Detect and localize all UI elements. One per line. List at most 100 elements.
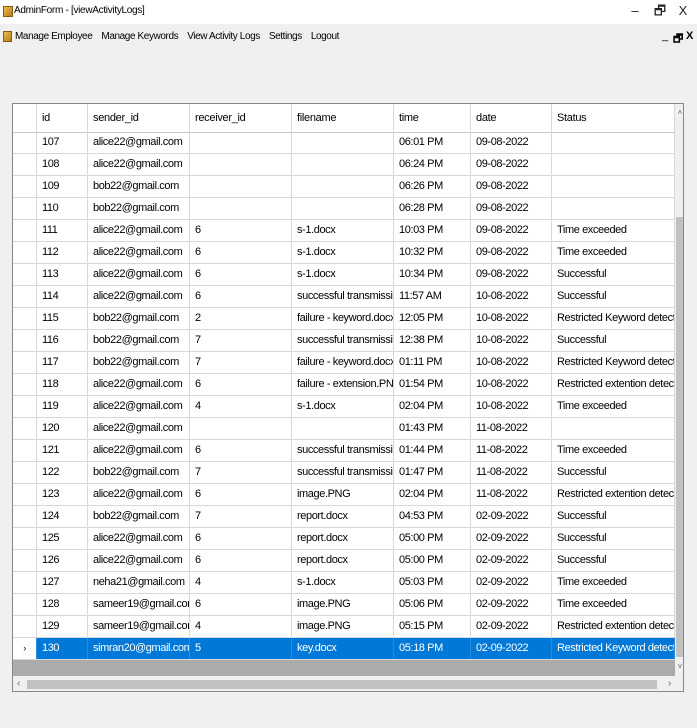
cell-status[interactable] (552, 132, 675, 153)
cell-status[interactable]: Time exceeded (552, 594, 675, 615)
cell-receiver-id[interactable]: 5 (190, 638, 292, 659)
cell-filename[interactable]: s-1.docx (292, 242, 394, 263)
row-header[interactable] (13, 220, 37, 241)
menu-item-settings[interactable]: Settings (269, 31, 302, 42)
scroll-down-icon[interactable]: ˅ (675, 662, 683, 671)
cell-filename[interactable] (292, 418, 394, 439)
row-header[interactable] (13, 264, 37, 285)
row-header-corner[interactable] (13, 104, 37, 132)
cell-receiver-id[interactable]: 4 (190, 396, 292, 417)
cell-status[interactable]: Successful (552, 550, 675, 571)
cell-id[interactable]: 120 (37, 418, 88, 439)
cell-date[interactable]: 09-08-2022 (471, 264, 552, 285)
cell-filename[interactable]: successful transmission.d... (292, 462, 394, 483)
cell-filename[interactable]: successful transmission.d... (292, 330, 394, 351)
cell-filename[interactable]: image.PNG (292, 484, 394, 505)
table-row[interactable]: 127 neha21@gmail.com 4 s-1.docx 05:03 PM 02-0… (13, 572, 675, 594)
cell-sender-id[interactable]: alice22@gmail.com (88, 374, 190, 395)
cell-status[interactable] (552, 154, 675, 175)
cell-filename[interactable]: failure - keyword.docx (292, 308, 394, 329)
cell-receiver-id[interactable]: 7 (190, 506, 292, 527)
cell-date[interactable]: 11-08-2022 (471, 418, 552, 439)
cell-time[interactable]: 04:53 PM (394, 506, 471, 527)
cell-sender-id[interactable]: alice22@gmail.com (88, 396, 190, 417)
column-header-date[interactable]: date (471, 104, 552, 132)
cell-sender-id[interactable]: sameer19@gmail.com (88, 594, 190, 615)
column-header-id[interactable]: id (37, 104, 88, 132)
cell-receiver-id[interactable]: 7 (190, 352, 292, 373)
cell-status[interactable]: Restricted Keyword detected (552, 352, 675, 373)
cell-sender-id[interactable]: bob22@gmail.com (88, 352, 190, 373)
cell-receiver-id[interactable]: 6 (190, 528, 292, 549)
cell-filename[interactable]: failure - keyword.docx (292, 352, 394, 373)
cell-sender-id[interactable]: bob22@gmail.com (88, 462, 190, 483)
cell-id[interactable]: 112 (37, 242, 88, 263)
scroll-right-icon[interactable]: › (668, 678, 671, 689)
cell-receiver-id[interactable] (190, 176, 292, 197)
cell-time[interactable]: 06:24 PM (394, 154, 471, 175)
cell-receiver-id[interactable]: 6 (190, 264, 292, 285)
column-header-time[interactable]: time (394, 104, 471, 132)
table-row[interactable]: 112 alice22@gmail.com 6 s-1.docx 10:32 PM 09-… (13, 242, 675, 264)
cell-id[interactable]: 113 (37, 264, 88, 285)
cell-date[interactable]: 11-08-2022 (471, 462, 552, 483)
row-header[interactable] (13, 594, 37, 615)
cell-filename[interactable]: s-1.docx (292, 396, 394, 417)
cell-time[interactable]: 06:26 PM (394, 176, 471, 197)
cell-date[interactable]: 02-09-2022 (471, 528, 552, 549)
cell-time[interactable]: 02:04 PM (394, 484, 471, 505)
row-header[interactable] (13, 396, 37, 417)
cell-sender-id[interactable]: alice22@gmail.com (88, 286, 190, 307)
cell-date[interactable]: 02-09-2022 (471, 572, 552, 593)
cell-filename[interactable]: report.docx (292, 528, 394, 549)
table-row[interactable]: 115 bob22@gmail.com 2 failure - keyword.doc… (13, 308, 675, 330)
cell-filename[interactable]: report.docx (292, 550, 394, 571)
row-header[interactable] (13, 550, 37, 571)
cell-time[interactable]: 06:28 PM (394, 198, 471, 219)
cell-status[interactable]: Restricted Keyword detected (552, 638, 675, 659)
cell-date[interactable]: 09-08-2022 (471, 198, 552, 219)
cell-receiver-id[interactable] (190, 154, 292, 175)
close-button[interactable]: X (671, 2, 695, 20)
table-row[interactable]: 129 sameer19@gmail.com 4 image.PNG 05:15 PM 0… (13, 616, 675, 638)
cell-status[interactable]: Successful (552, 286, 675, 307)
cell-date[interactable]: 10-08-2022 (471, 308, 552, 329)
cell-filename[interactable]: key.docx (292, 638, 394, 659)
mdi-close-button[interactable]: X (686, 30, 693, 42)
cell-id[interactable]: 118 (37, 374, 88, 395)
cell-id[interactable]: 121 (37, 440, 88, 461)
cell-time[interactable]: 05:00 PM (394, 550, 471, 571)
cell-sender-id[interactable]: alice22@gmail.com (88, 264, 190, 285)
cell-time[interactable]: 10:32 PM (394, 242, 471, 263)
horizontal-scroll-thumb[interactable] (27, 680, 657, 689)
row-header[interactable]: › (13, 638, 37, 659)
cell-receiver-id[interactable]: 4 (190, 616, 292, 637)
cell-id[interactable]: 109 (37, 176, 88, 197)
table-row[interactable]: 128 sameer19@gmail.com 6 image.PNG 05:06 PM 0… (13, 594, 675, 616)
cell-id[interactable]: 129 (37, 616, 88, 637)
table-row[interactable]: 110 bob22@gmail.com 06:28 PM 09-08-2022 (13, 198, 675, 220)
cell-time[interactable]: 01:44 PM (394, 440, 471, 461)
cell-date[interactable]: 02-09-2022 (471, 506, 552, 527)
cell-receiver-id[interactable]: 7 (190, 462, 292, 483)
cell-time[interactable]: 06:01 PM (394, 132, 471, 153)
cell-filename[interactable]: s-1.docx (292, 220, 394, 241)
row-header[interactable] (13, 506, 37, 527)
table-row[interactable]: 122 bob22@gmail.com 7 successful transmissi… (13, 462, 675, 484)
table-row[interactable]: › 130 simran20@gmail.com 5 key.docx 05:18 PM 0… (13, 638, 675, 660)
table-row[interactable]: 126 alice22@gmail.com 6 report.docx 05:00 PM… (13, 550, 675, 572)
cell-date[interactable]: 10-08-2022 (471, 396, 552, 417)
cell-filename[interactable]: report.docx (292, 506, 394, 527)
menu-item-manage-employee[interactable]: Manage Employee (15, 31, 93, 42)
cell-date[interactable]: 02-09-2022 (471, 550, 552, 571)
vertical-scroll-thumb[interactable] (676, 217, 683, 657)
cell-id[interactable]: 115 (37, 308, 88, 329)
cell-date[interactable]: 09-08-2022 (471, 132, 552, 153)
scroll-left-icon[interactable]: ‹ (17, 678, 20, 689)
cell-filename[interactable]: image.PNG (292, 616, 394, 637)
cell-sender-id[interactable]: bob22@gmail.com (88, 506, 190, 527)
table-row[interactable]: 119 alice22@gmail.com 4 s-1.docx 02:04 PM 10-… (13, 396, 675, 418)
cell-date[interactable]: 09-08-2022 (471, 242, 552, 263)
cell-receiver-id[interactable]: 6 (190, 242, 292, 263)
cell-status[interactable]: Time exceeded (552, 220, 675, 241)
